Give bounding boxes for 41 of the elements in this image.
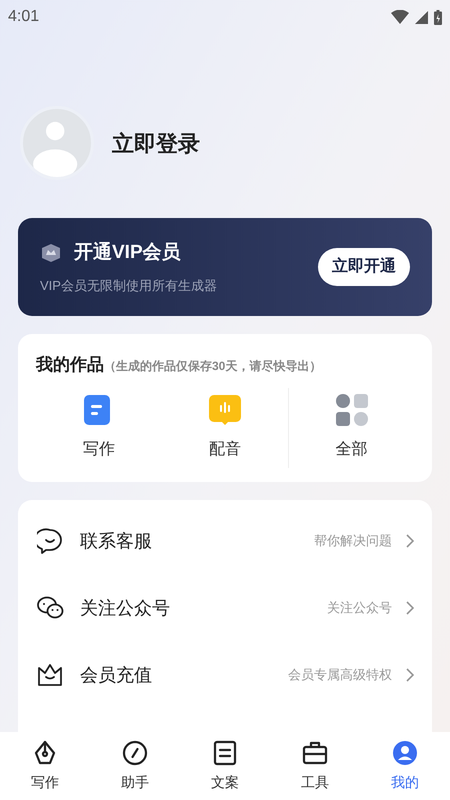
activate-button[interactable]: 立即开通 [318, 248, 410, 286]
crown-icon [37, 662, 63, 688]
menu-hint: 帮你解决问题 [314, 532, 392, 550]
vip-subtitle: VIP会员无限制使用所有生成器 [40, 276, 217, 294]
menu-row[interactable]: 关注公众号 关注公众号 [36, 574, 414, 642]
chevron-right-icon [406, 668, 414, 682]
toolbox-icon [302, 740, 328, 766]
signal-icon [415, 10, 428, 24]
work-category[interactable]: 写作 [83, 388, 115, 468]
compass-icon [122, 740, 148, 766]
works-note: （生成的作品仅保存30天，请尽快导出） [104, 358, 322, 375]
pen-nib-icon [33, 740, 57, 766]
document-icon [213, 740, 237, 766]
wifi-icon [391, 10, 409, 24]
chat-bubble-icon [37, 528, 63, 554]
menu-row[interactable]: 联系客服 帮你解决问题 [36, 508, 414, 574]
menu-hint: 会员专属高级特权 [288, 666, 392, 684]
menu-label: 会员充值 [80, 664, 152, 686]
work-category[interactable]: 全部 [336, 388, 368, 468]
person-icon [392, 740, 418, 766]
battery-icon [434, 10, 442, 24]
tab[interactable]: 文案 [180, 732, 270, 800]
vip-title: 开通VIP会员 [74, 240, 181, 265]
grid-icon [336, 394, 368, 426]
chevron-right-icon [406, 534, 414, 548]
menu-label: 关注公众号 [80, 596, 170, 620]
menu-label: 联系客服 [80, 530, 152, 552]
tab[interactable]: 写作 [0, 732, 90, 800]
menu-row[interactable]: 会员充值 会员专属高级特权 [36, 642, 414, 708]
voice-bubble-icon [208, 394, 242, 426]
crown-badge-icon [40, 243, 62, 264]
login-link[interactable]: 立即登录 [112, 126, 200, 160]
work-category[interactable]: 配音 [208, 388, 242, 468]
menu-hint: 关注公众号 [327, 599, 392, 618]
tab[interactable]: 我的 [360, 732, 450, 800]
status-time: 4:01 [8, 7, 40, 27]
works-title: 我的作品 [36, 354, 104, 376]
tab[interactable]: 工具 [270, 732, 360, 800]
wechat-icon [36, 596, 64, 620]
chevron-right-icon [406, 601, 414, 615]
tab[interactable]: 助手 [90, 732, 180, 800]
